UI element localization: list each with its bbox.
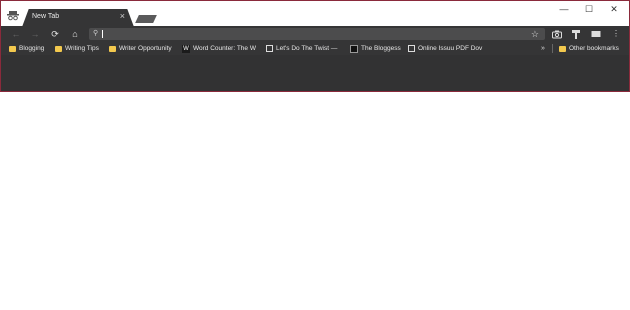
bookmarks-bar: Blogging Writing Tips Writer Opportunity…	[1, 42, 629, 55]
maximize-button[interactable]: ☐	[577, 2, 601, 16]
bookmarks-overflow-button[interactable]: »	[541, 43, 545, 54]
bookmark-divider	[552, 44, 553, 53]
incognito-icon	[7, 11, 19, 21]
bookmark-lets-do-the-twist[interactable]: Let's Do The Twist —	[266, 43, 342, 54]
page-icon	[408, 45, 415, 52]
chevron-double-right-icon: »	[541, 45, 545, 52]
tab-close-icon[interactable]: ×	[120, 11, 125, 21]
menu-icon[interactable]: ⋮	[610, 28, 622, 40]
tab-new-tab[interactable]: New Tab ×	[22, 9, 134, 27]
bookmark-word-counter[interactable]: W Word Counter: The W	[182, 43, 260, 54]
w-logo-icon: W	[182, 44, 190, 53]
folder-icon	[559, 45, 566, 52]
tab-title: New Tab	[32, 13, 60, 20]
bloggess-favicon-icon	[350, 44, 358, 53]
new-tab-button[interactable]	[135, 15, 157, 23]
extension-brush-icon[interactable]	[570, 28, 582, 40]
browser-window: New Tab × — ☐ ✕ ← → ⟳ ⌂ ⚲ ☆ ⋮ Blogging W…	[0, 0, 630, 92]
bookmark-writer-opportunity[interactable]: Writer Opportunity	[109, 43, 172, 54]
page-icon	[266, 45, 273, 52]
folder-icon	[55, 45, 62, 52]
extension-camera-icon[interactable]	[551, 28, 563, 40]
bookmark-blogging[interactable]: Blogging	[9, 43, 44, 54]
toolbar: ← → ⟳ ⌂ ⚲ ☆ ⋮	[1, 26, 629, 42]
close-window-button[interactable]: ✕	[602, 2, 626, 16]
title-bar: New Tab × — ☐ ✕	[1, 1, 629, 27]
page-content[interactable]	[1, 55, 629, 91]
reload-icon[interactable]: ⟳	[49, 28, 61, 40]
other-bookmarks[interactable]: Other bookmarks	[559, 43, 619, 54]
folder-icon	[109, 45, 116, 52]
forward-arrow-icon[interactable]: →	[29, 28, 41, 40]
home-icon[interactable]: ⌂	[69, 28, 81, 40]
address-bar[interactable]: ⚲ ☆	[89, 28, 545, 40]
text-cursor	[102, 30, 103, 38]
bookmark-the-bloggess[interactable]: The Bloggess	[350, 43, 401, 54]
minimize-button[interactable]: —	[552, 2, 576, 16]
folder-icon	[9, 45, 16, 52]
bookmark-online-issuu[interactable]: Online Issuu PDF Dov	[408, 43, 488, 54]
extension-card-icon[interactable]	[590, 28, 602, 40]
back-arrow-icon[interactable]: ←	[10, 28, 22, 40]
bookmark-star-icon[interactable]: ☆	[531, 28, 539, 40]
bookmark-writing-tips[interactable]: Writing Tips	[55, 43, 99, 54]
